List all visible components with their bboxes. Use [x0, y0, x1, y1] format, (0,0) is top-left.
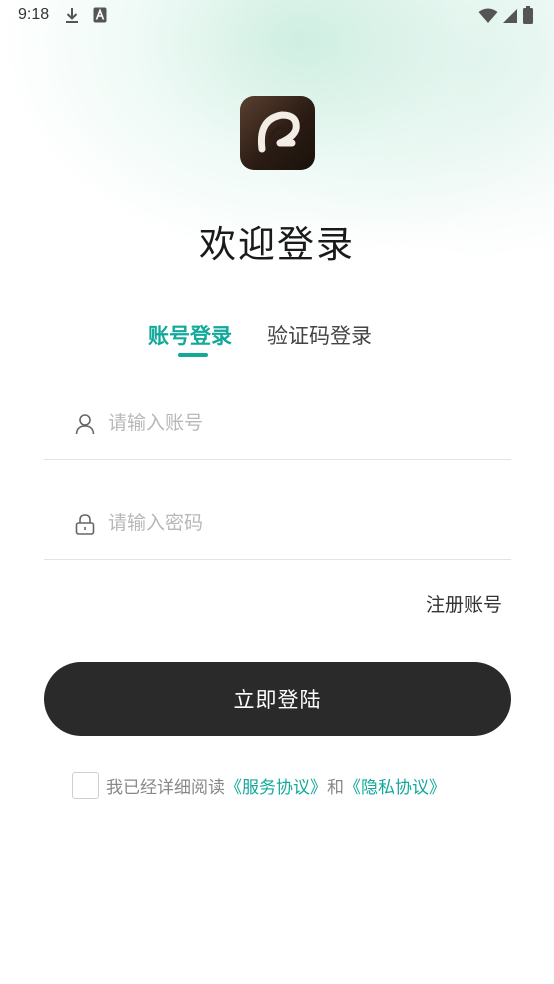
agreement-row: 我已经详细阅读 《服务协议》 和 《隐私协议》	[72, 771, 446, 799]
keyboard-a-icon	[93, 7, 107, 23]
password-input[interactable]	[108, 508, 498, 538]
login-button[interactable]: 立即登陆	[44, 662, 511, 736]
account-field-row	[44, 400, 511, 460]
password-field-row	[44, 500, 511, 560]
agreement-conjunction: 和	[327, 777, 344, 798]
signal-icon	[503, 9, 517, 23]
register-link[interactable]: 注册账号	[426, 590, 502, 617]
app-logo-icon	[257, 111, 300, 153]
active-tab-indicator	[178, 353, 208, 357]
privacy-agreement-link[interactable]: 《隐私协议》	[344, 773, 446, 798]
tab-account-login[interactable]: 账号登录	[148, 320, 232, 350]
tab-sms-login[interactable]: 验证码登录	[267, 320, 372, 350]
service-agreement-link[interactable]: 《服务协议》	[225, 773, 327, 798]
page-title: 欢迎登录	[199, 223, 355, 266]
lock-icon	[75, 514, 95, 535]
app-logo	[240, 96, 315, 170]
battery-icon	[523, 6, 533, 24]
account-input[interactable]	[108, 408, 498, 438]
status-time: 9:18	[18, 6, 50, 23]
background-glow	[0, 0, 554, 420]
download-icon	[66, 8, 78, 23]
status-bar: 9:18	[0, 0, 554, 32]
agreement-checkbox[interactable]	[72, 771, 99, 799]
agreement-prefix: 我已经详细阅读	[106, 777, 225, 798]
wifi-icon	[478, 8, 498, 23]
user-icon	[75, 414, 95, 435]
